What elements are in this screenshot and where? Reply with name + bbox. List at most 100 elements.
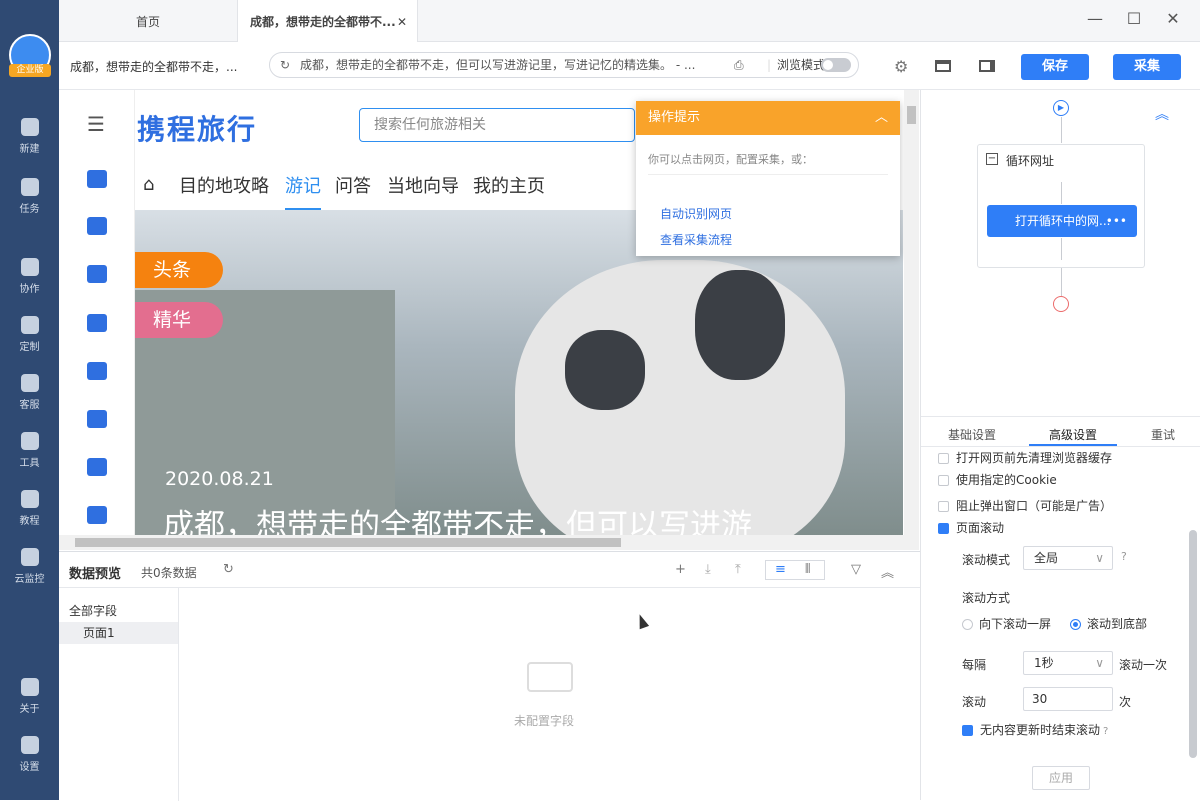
sidebar-item-collab[interactable]: 协作 [0,258,59,308]
enterprise-badge: 企业版 [9,64,51,77]
nav-destinations[interactable]: 目的地攻略 [179,172,269,198]
site-logo[interactable]: 携程旅行 [137,108,257,148]
web-view[interactable]: ☰ 携程旅行 搜索任何旅游相关 ⌂ 目的地攻略 游记 问答 当地向导 我的主页 … [59,90,919,550]
horizontal-scrollbar[interactable] [59,535,919,550]
book-icon[interactable] [87,362,107,380]
list-view-icon[interactable]: ≡ [775,562,786,577]
maximize-icon[interactable]: ☐ [1123,8,1145,30]
add-field-icon[interactable]: + [675,562,686,577]
users-icon [20,258,39,276]
app-sidebar: 企业版 新建 任务 协作 定制 客服 工具 教程 云监控 关于 设置 [0,0,59,800]
minimize-icon[interactable]: — [1084,8,1106,30]
train-icon[interactable] [87,265,107,283]
page-item[interactable]: 页面1 [59,622,178,644]
clear-cache-checkbox[interactable] [938,453,949,464]
sidebar-item-about[interactable]: 关于 [0,678,59,728]
address-bar: 成都，想带走的全都带不走，... ↻ 成都，想带走的全都带不走，但可以写进游记里… [59,42,1200,90]
nav-travelogue[interactable]: 游记 [285,172,321,198]
block-popup-option[interactable]: 阻止弹出窗口（可能是广告） [938,497,1112,514]
scroll-mode-select[interactable]: 全局 ∨ [1023,546,1113,570]
close-tab-icon[interactable]: ✕ [397,0,407,44]
help-icon[interactable]: ? [1103,726,1108,737]
all-fields-item[interactable]: 全部字段 [69,602,117,619]
home-icon[interactable]: ⌂ [143,174,154,195]
nav-qa[interactable]: 问答 [335,172,371,198]
layout-icon[interactable] [935,60,951,72]
tips-header[interactable]: 操作提示 ︿ [636,101,900,135]
settings-scrollbar[interactable] [1189,530,1197,758]
column-view-icon[interactable]: ⫴ [805,562,810,577]
nav-local-guide[interactable]: 当地向导 [387,172,459,198]
sidebar-item-settings[interactable]: 设置 [0,736,59,786]
scroll-to-bottom-radio[interactable]: 滚动到底部 [1070,615,1147,632]
page-scroll-checkbox[interactable] [938,523,949,534]
refresh-icon[interactable]: ↻ [223,562,234,577]
help-icon[interactable]: ? [1121,550,1127,563]
loop-label: 循环网址 [1006,154,1055,168]
sidebar-item-custom[interactable]: 定制 [0,316,59,366]
page-scroll-option[interactable]: 页面滚动 [938,519,1004,536]
apply-button[interactable]: 应用 [1032,766,1090,790]
end-icon [1053,296,1069,312]
photo-icon[interactable] [87,458,107,476]
download-icon[interactable]: ⤓ [705,562,711,577]
collapse-flow-icon[interactable]: ︽ [1155,104,1169,124]
scroll-times-input[interactable]: 30 [1023,687,1113,711]
cookie-checkbox[interactable] [938,475,949,486]
car-icon[interactable] [87,506,107,524]
url-field[interactable]: ↻ 成都，想带走的全都带不走，但可以写进游记里，写进记忆的精选集。 - ... … [269,52,859,78]
sidebar-item-service[interactable]: 客服 [0,374,59,424]
doc-search-icon[interactable]: ⎙ [734,53,744,77]
plane-icon[interactable] [87,217,107,235]
settings-gear-icon[interactable]: ⚙ [894,57,908,76]
interval-select[interactable]: 1秒 ∨ [1023,651,1113,675]
collapse-up-icon[interactable]: ︽ [881,562,894,581]
view-toggle[interactable] [765,560,825,580]
collapse-icon[interactable]: ︿ [875,101,888,135]
tab-basic-settings[interactable]: 基础设置 [948,426,996,443]
tab-advanced-settings[interactable]: 高级设置 [1049,426,1097,443]
tag-headline[interactable]: 头条 [135,252,223,288]
cookie-option[interactable]: 使用指定的Cookie [938,471,1057,488]
hotel-icon[interactable] [87,170,107,188]
panel-icon[interactable] [979,60,995,72]
sidebar-item-cloud[interactable]: 云监控 [0,548,59,598]
hero-image [135,210,903,550]
stop-on-no-update-checkbox[interactable] [962,725,973,736]
open-loop-url-node[interactable]: 打开循环中的网... ••• [987,205,1137,237]
sidebar-item-tools[interactable]: 工具 [0,432,59,482]
tag-featured[interactable]: 精华 [135,302,223,338]
sidebar-item-task[interactable]: 任务 [0,178,59,228]
save-button[interactable]: 保存 [1021,54,1089,80]
inbox-icon [527,662,573,692]
upload-icon[interactable]: ⤒ [735,562,741,577]
more-icon[interactable]: ••• [1106,205,1127,237]
tab-retry[interactable]: 重试 [1151,426,1175,443]
browse-mode-toggle[interactable] [821,58,851,72]
ticket-icon[interactable] [87,314,107,332]
filter-icon[interactable]: ▽ [851,562,861,577]
panda-ear-right [695,270,785,380]
tab-home[interactable]: 首页 [59,0,238,42]
block-popup-checkbox[interactable] [938,501,949,512]
nav-my-home[interactable]: 我的主页 [473,172,545,198]
site-side-nav: ☰ [59,90,135,550]
sidebar-item-new[interactable]: 新建 [0,118,59,168]
view-flow-link[interactable]: 查看采集流程 [660,231,732,248]
vertical-scrollbar[interactable] [904,90,919,535]
cloud-monitor-icon [20,548,39,566]
site-search-input[interactable]: 搜索任何旅游相关 [359,108,635,142]
collect-button[interactable]: 采集 [1113,54,1181,80]
data-preview-panel: 数据预览 共0条数据 ↻ + ⤓ ⤒ ≡ ⫴ ▽ ︽ 全部字段 页面1 未配置字… [59,551,920,801]
stop-on-no-update-option[interactable]: 无内容更新时结束滚动? [962,721,1108,738]
close-window-icon[interactable]: ✕ [1162,8,1184,30]
scroll-one-screen-radio[interactable]: 向下滚动一屏 [962,615,1051,632]
menu-icon[interactable]: ☰ [87,112,105,136]
collapse-loop-icon[interactable]: − [986,153,998,165]
tab-current-page[interactable]: 成都，想带走的全都带不... ✕ [238,0,418,42]
bus-icon[interactable] [87,410,107,428]
clear-cache-option[interactable]: 打开网页前先清理浏览器缓存 [938,449,1112,466]
refresh-icon[interactable]: ↻ [280,53,290,77]
auto-detect-link[interactable]: 自动识别网页 [660,205,732,222]
sidebar-item-tutorial[interactable]: 教程 [0,490,59,540]
